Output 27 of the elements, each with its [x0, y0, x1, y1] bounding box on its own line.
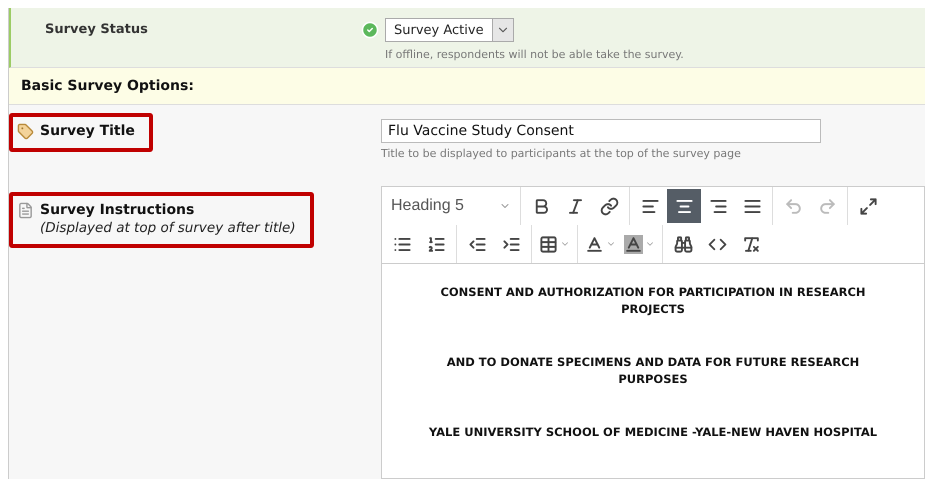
fullscreen-icon: [858, 196, 878, 216]
field-label: Survey Status: [44, 21, 149, 39]
paragraph: YALE UNIVERSITY SCHOOL OF MEDICINE -YALE-NEW HAVEN HOSPITAL: [428, 424, 878, 441]
field-label: Survey Instructions: [40, 202, 196, 218]
binoculars-icon: [674, 234, 692, 254]
undo-icon: [784, 196, 802, 216]
document-icon: [17, 202, 34, 219]
numbered-list-icon: [426, 234, 446, 254]
field-label: Survey Title: [40, 123, 135, 139]
tag-icon: [17, 123, 34, 140]
clear-formatting-icon: [742, 234, 760, 254]
table-icon: [539, 234, 558, 254]
rich-text-editor[interactable]: Heading 5 CONSENT AND AUTHORIZATION FOR PARTICIPATION IN RESEARCH PROJECTS AND TO DONATE SPECIMENS AND DATA FOR FUTURE RESEARCH PURPOSES YALE UNIVERSITY SCHOOL OF MEDICINE -YALE-NEW HAVEN HOSPITAL: [381, 186, 925, 479]
field-note: (Displayed at top of survey after title): [40, 220, 296, 236]
align-center-button[interactable]: [667, 189, 701, 223]
section-header: Basic Survey Options:: [9, 68, 925, 105]
paragraph: AND TO DONATE SPECIMENS AND DATA FOR FUTURE RESEARCH PURPOSES: [446, 354, 860, 388]
paragraph: CONSENT AND AUTHORIZATION FOR PARTICIPATION IN RESEARCH PROJECTS: [439, 284, 867, 318]
title-input[interactable]: Flu Vaccine Study Consent: [381, 119, 821, 143]
redo-icon: [818, 196, 836, 216]
highlight-color-icon: [624, 234, 643, 254]
help-text: Title to be displayed to participants at the top of the survey page: [381, 147, 742, 160]
format-select[interactable]: Heading 5: [385, 197, 517, 215]
status-select[interactable]: Survey Active: [385, 18, 514, 42]
help-text: If offline, respondents will not be able take the survey.: [385, 48, 684, 61]
link-icon: [600, 196, 618, 216]
text-color-icon: [585, 234, 604, 254]
